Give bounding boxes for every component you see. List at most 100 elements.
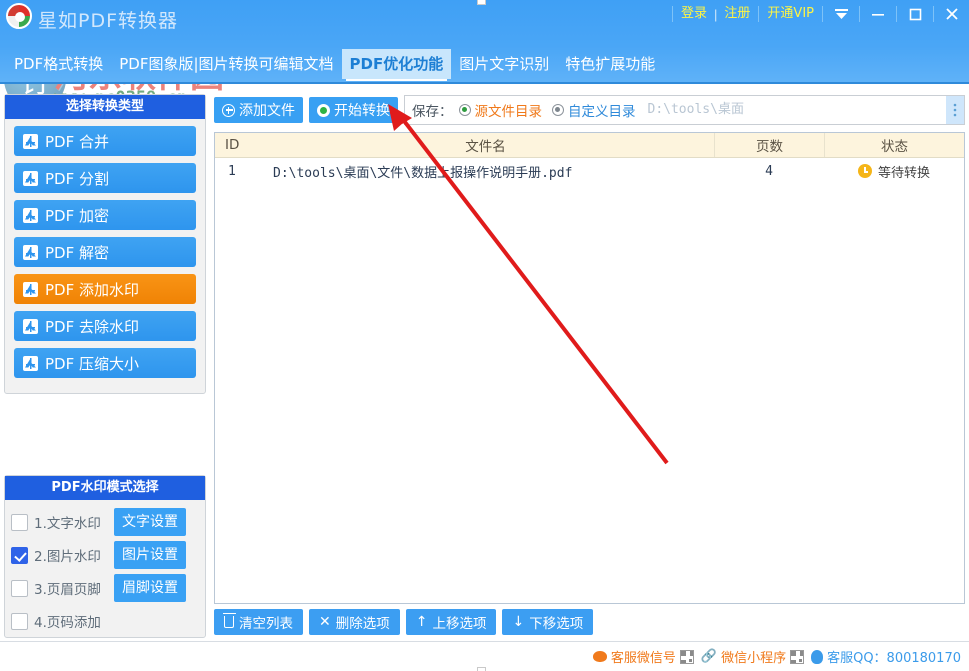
add-file-button[interactable]: 添加文件 (214, 97, 303, 123)
watermark-row-text: 1.文字水印 文字设置 (11, 508, 199, 536)
tab-pdf-image-to-editable[interactable]: PDF图象版|图片转换可编辑文档 (111, 49, 341, 79)
watermark-mode-list: 1.文字水印 文字设置 2.图片水印 图片设置 3.页眉页脚 眉脚设置 4.页码… (5, 500, 205, 635)
plus-circle-icon (222, 104, 235, 117)
save-path-input[interactable] (646, 99, 947, 121)
header-footer-settings-button[interactable]: 眉脚设置 (114, 574, 186, 602)
chevron-down-icon (834, 8, 849, 20)
clock-icon (858, 164, 872, 178)
minimize-button[interactable] (861, 0, 895, 28)
browse-path-button[interactable] (946, 96, 964, 124)
wechat-icon (593, 651, 607, 662)
radio-custom-directory-label[interactable]: 自定义目录 (568, 100, 636, 120)
qq-service-item[interactable]: 客服QQ：800180170 (811, 647, 961, 666)
application-window: 星如PDF转换器 登录 | 注册 开通VIP (0, 0, 969, 671)
arrow-up-icon: ↑ (416, 615, 428, 629)
divider (896, 6, 897, 22)
qq-penguin-icon (811, 650, 823, 664)
image-settings-button[interactable]: 图片设置 (114, 541, 186, 569)
close-button[interactable] (935, 0, 969, 28)
conversion-item-label: PDF 添加水印 (45, 279, 139, 300)
conversion-type-list: PDF 合并 PDF 分割 PDF 加密 PDF 解密 PDF 添加水印 PDF… (5, 119, 205, 378)
conversion-type-panel: 选择转换类型 PDF 合并 PDF 分割 PDF 加密 PDF 解密 PDF 添… (4, 94, 206, 394)
divider (822, 6, 823, 22)
content-toolbar: 添加文件 开始转换 保存： 源文件目录 自定义目录 (214, 94, 965, 126)
move-up-label: 上移选项 (432, 612, 486, 632)
conversion-item-encrypt[interactable]: PDF 加密 (14, 200, 196, 230)
conversion-item-label: PDF 解密 (45, 242, 109, 263)
pdf-icon (23, 134, 38, 149)
tab-pdf-optimize[interactable]: PDF优化功能 (342, 49, 452, 79)
list-action-toolbar: 清空列表 ✕ 删除选项 ↑ 上移选项 ↓ 下移选项 (214, 608, 965, 636)
qr-code-icon[interactable] (790, 650, 804, 664)
miniprogram-item[interactable]: 🔗 微信小程序 (701, 647, 804, 666)
tab-image-ocr[interactable]: 图片文字识别 (451, 49, 557, 79)
conversion-item-decrypt[interactable]: PDF 解密 (14, 237, 196, 267)
conversion-type-title: 选择转换类型 (5, 95, 205, 119)
radio-source-directory-label[interactable]: 源文件目录 (475, 100, 543, 120)
watermark-row-label: 4.页码添加 (34, 611, 114, 631)
conversion-item-add-watermark[interactable]: PDF 添加水印 (14, 274, 196, 304)
cell-filename: D:\tools\桌面\文件\数据上报操作说明手册.pdf (257, 158, 714, 184)
miniprogram-label: 微信小程序 (721, 647, 786, 666)
arrow-down-icon: ↓ (512, 615, 524, 629)
conversion-item-remove-watermark[interactable]: PDF 去除水印 (14, 311, 196, 341)
open-vip-link[interactable]: 开通VIP (760, 0, 821, 28)
watermark-mode-panel: PDF水印模式选择 1.文字水印 文字设置 2.图片水印 图片设置 3.页眉页脚… (4, 475, 206, 638)
menu-button[interactable] (824, 0, 858, 28)
start-convert-button[interactable]: 开始转换 (309, 97, 398, 123)
table-row[interactable]: 1 D:\tools\桌面\文件\数据上报操作说明手册.pdf 4 等待转换 (215, 158, 964, 184)
radio-custom-directory[interactable] (552, 104, 564, 116)
pdf-icon (23, 171, 38, 186)
column-header-filename: 文件名 (257, 133, 714, 157)
conversion-item-split[interactable]: PDF 分割 (14, 163, 196, 193)
link-icon: 🔗 (701, 649, 717, 664)
screen-artifact (477, 667, 486, 671)
checkbox-text-watermark[interactable] (11, 514, 28, 531)
move-down-label: 下移选项 (529, 612, 583, 632)
cell-pages: 4 (714, 158, 824, 184)
pdf-icon (23, 319, 38, 334)
tab-pdf-format-convert[interactable]: PDF格式转换 (6, 49, 111, 79)
maximize-icon (909, 8, 922, 21)
delete-selected-button[interactable]: ✕ 删除选项 (309, 609, 400, 635)
divider (758, 6, 759, 22)
qr-code-icon[interactable] (680, 650, 694, 664)
delete-selected-label: 删除选项 (336, 612, 390, 632)
conversion-item-compress[interactable]: PDF 压缩大小 (14, 348, 196, 378)
pdf-icon (23, 208, 38, 223)
watermark-row-image: 2.图片水印 图片设置 (11, 541, 199, 569)
checkbox-page-number[interactable] (11, 613, 28, 630)
maximize-button[interactable] (898, 0, 932, 28)
qq-service-label: 客服QQ：800180170 (827, 647, 961, 666)
save-label: 保存： (412, 100, 453, 120)
pdf-icon (23, 356, 38, 371)
title-bar-controls: 登录 | 注册 开通VIP (671, 0, 969, 28)
screen-artifact (477, 0, 486, 5)
pdf-icon (23, 282, 38, 297)
divider (859, 6, 860, 22)
column-header-id: ID (215, 133, 257, 157)
move-down-button[interactable]: ↓ 下移选项 (502, 609, 593, 635)
pdf-icon (23, 245, 38, 260)
text-settings-button[interactable]: 文字设置 (114, 508, 186, 536)
checkbox-header-footer[interactable] (11, 580, 28, 597)
add-file-label: 添加文件 (239, 100, 295, 120)
clear-list-button[interactable]: 清空列表 (214, 609, 303, 635)
wechat-service-label: 客服微信号 (611, 647, 676, 666)
grid-header-row: ID 文件名 页数 状态 (215, 133, 964, 158)
main-tab-bar: PDF格式转换 PDF图象版|图片转换可编辑文档 PDF优化功能 图片文字识别 … (0, 46, 969, 84)
tab-feature-extensions[interactable]: 特色扩展功能 (557, 49, 663, 79)
file-list-grid: ID 文件名 页数 状态 1 D:\tools\桌面\文件\数据上报操作说明手册… (214, 132, 965, 604)
checkbox-image-watermark[interactable] (11, 547, 28, 564)
register-link[interactable]: 注册 (717, 0, 757, 28)
minimize-icon (871, 8, 885, 20)
conversion-item-merge[interactable]: PDF 合并 (14, 126, 196, 156)
login-link[interactable]: 登录 (674, 0, 714, 28)
move-up-button[interactable]: ↑ 上移选项 (406, 609, 497, 635)
conversion-item-label: PDF 去除水印 (45, 316, 139, 337)
conversion-item-label: PDF 压缩大小 (45, 353, 139, 374)
watermark-row-page-number: 4.页码添加 (11, 607, 199, 635)
radio-source-directory[interactable] (459, 104, 471, 116)
wechat-service-item[interactable]: 客服微信号 (593, 647, 694, 666)
column-header-status: 状态 (824, 133, 964, 157)
